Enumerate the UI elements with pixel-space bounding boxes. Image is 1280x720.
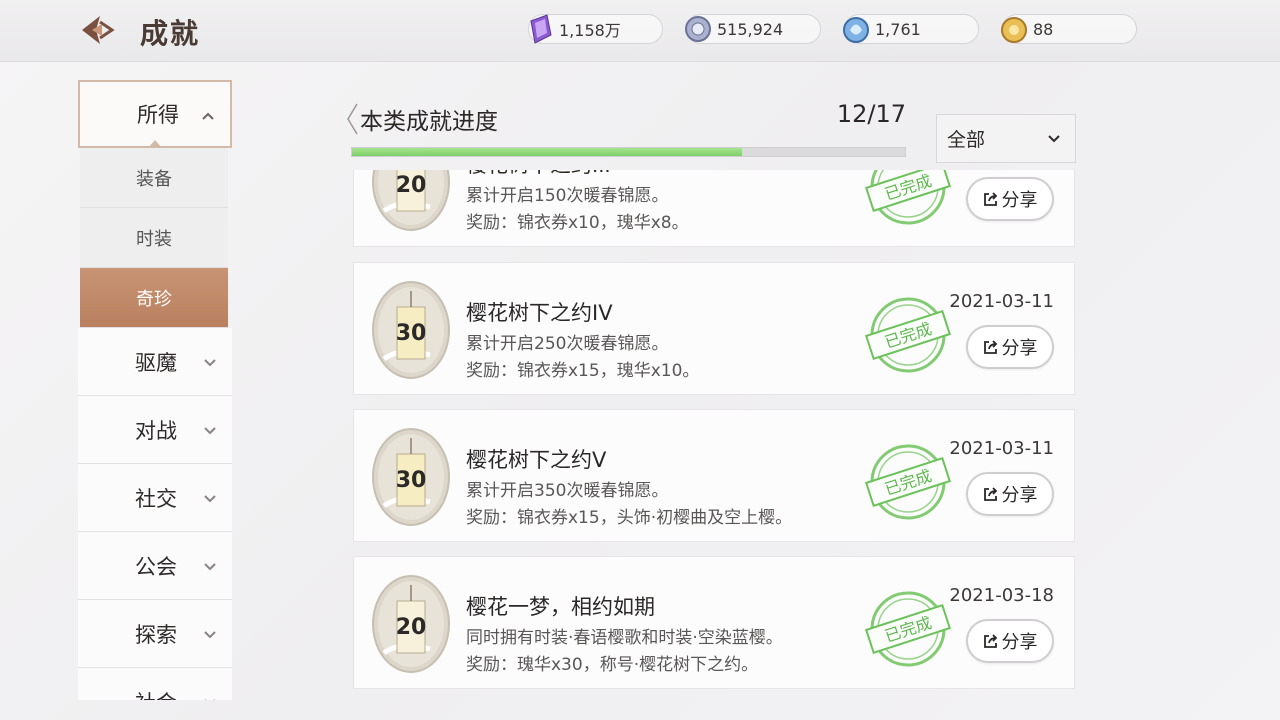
achievement-points: 30 xyxy=(395,468,427,493)
sidebar-category-social[interactable]: 社交 xyxy=(78,464,232,532)
sidebar-category-guild[interactable]: 公会 xyxy=(78,532,232,600)
sidebar-subitem-equipment[interactable]: 装备 xyxy=(80,148,228,208)
achievement-title: 樱花树下之约V xyxy=(466,448,607,472)
achievement-reward: 奖励：锦衣券x15，头饰·初樱曲及空上樱。 xyxy=(466,508,793,528)
achievement-description: 累计开启250次暖春锦愿。 xyxy=(466,334,669,354)
currency-value: 88 xyxy=(1033,19,1054,39)
progress-title: 本类成就进度 xyxy=(360,109,498,135)
share-label: 分享 xyxy=(1001,338,1038,359)
completed-stamp-icon: 已完成 xyxy=(864,444,952,520)
achievement-points: 20 xyxy=(395,615,427,640)
top-bar: 成就 1,158万 515,924 1,761 88 xyxy=(0,0,1280,62)
chevron-down-icon xyxy=(204,563,216,571)
category-label: 所得 xyxy=(137,103,179,127)
completed-stamp-icon: 已完成 xyxy=(864,297,952,373)
category-label: 驱魔 xyxy=(135,350,177,375)
achievement-title: 樱花树下之约IV xyxy=(466,301,613,325)
currency-value: 1,761 xyxy=(875,19,921,39)
achievement-date: 2021-03-18 xyxy=(949,585,1054,606)
achievement-reward: 奖励：瑰华x30，称号·樱花树下之约。 xyxy=(466,655,759,675)
share-button[interactable]: 分享 xyxy=(966,177,1054,221)
currency-value: 1,158万 xyxy=(559,21,621,40)
progress-bar-fill xyxy=(352,148,743,156)
achievement-description: 累计开启350次暖春锦愿。 xyxy=(466,481,669,501)
achievement-card: 30 樱花树下之约IV 累计开启250次暖春锦愿。 奖励：锦衣券x15，瑰华x1… xyxy=(353,262,1075,395)
currency-gem[interactable]: 1,761 xyxy=(843,14,979,44)
achievement-title: 樱花一梦，相约如期 xyxy=(466,595,655,619)
sidebar-category-battle[interactable]: 对战 xyxy=(78,396,232,464)
category-label: 公会 xyxy=(135,554,177,579)
silver-coin-icon xyxy=(685,16,711,42)
achievement-list[interactable]: 20 樱花树下之约III 累计开启150次暖春锦愿。 奖励：锦衣券x10，瑰华x… xyxy=(353,170,1076,700)
currency-coin[interactable]: 515,924 xyxy=(685,14,821,44)
share-icon xyxy=(983,192,997,206)
share-label: 分享 xyxy=(1001,632,1038,653)
notch-indicator-icon xyxy=(148,140,162,148)
share-icon xyxy=(983,634,997,648)
chevron-down-icon xyxy=(205,699,215,700)
blue-gem-icon xyxy=(843,17,869,43)
progress-bar xyxy=(351,147,906,157)
achievement-date: 2021-03-11 xyxy=(949,438,1054,459)
share-icon xyxy=(983,340,997,354)
achievement-description: 累计开启150次暖春锦愿。 xyxy=(466,186,669,206)
purple-crystal-icon xyxy=(530,14,552,44)
currency-crystal[interactable]: 1,158万 xyxy=(528,14,663,44)
category-label: 社交 xyxy=(135,486,177,511)
achievement-card: 30 樱花树下之约V 累计开启350次暖春锦愿。 奖励：锦衣券x15，头饰·初樱… xyxy=(353,409,1075,542)
filter-label: 全部 xyxy=(947,129,986,151)
back-arrow-icon[interactable] xyxy=(78,12,118,48)
share-button[interactable]: 分享 xyxy=(966,325,1054,369)
gold-token-icon xyxy=(1001,17,1027,43)
progress-count: 12/17 xyxy=(836,100,906,128)
share-icon xyxy=(983,487,997,501)
achievement-points: 30 xyxy=(395,321,427,346)
completed-stamp-icon: 已完成 xyxy=(864,170,952,225)
filter-dropdown[interactable]: 全部 xyxy=(936,114,1076,163)
share-label: 分享 xyxy=(1001,190,1038,211)
category-sidebar: 所得 装备 时装 奇珍 驱魔 对战 社交 公会 探索 社会 xyxy=(78,80,232,700)
achievement-points: 20 xyxy=(395,173,427,198)
achievement-description: 同时拥有时装·春语樱歌和时装·空染蓝樱。 xyxy=(466,628,783,648)
sidebar-category-obtained[interactable]: 所得 xyxy=(78,80,232,148)
category-label: 社会 xyxy=(135,687,177,701)
chevron-down-icon xyxy=(204,631,216,639)
chevron-down-icon xyxy=(1048,135,1060,143)
sidebar-category-exorcism[interactable]: 驱魔 xyxy=(78,328,232,396)
share-button[interactable]: 分享 xyxy=(966,619,1054,663)
achievement-date: 2021-03-11 xyxy=(949,291,1054,312)
sidebar-subitem-fashion[interactable]: 时装 xyxy=(80,208,228,268)
sidebar-category-explore[interactable]: 探索 xyxy=(78,600,232,668)
achievement-reward: 奖励：锦衣券x10，瑰华x8。 xyxy=(466,213,689,233)
chevron-down-icon xyxy=(204,359,216,367)
sidebar-subitem-treasure[interactable]: 奇珍 xyxy=(80,268,228,328)
sidebar-category-society[interactable]: 社会 xyxy=(78,668,232,700)
chevron-up-icon xyxy=(202,112,214,120)
share-label: 分享 xyxy=(1001,485,1038,506)
achievement-card: 20 樱花一梦，相约如期 同时拥有时装·春语樱歌和时装·空染蓝樱。 奖励：瑰华x… xyxy=(353,556,1075,689)
category-label: 对战 xyxy=(135,418,177,443)
page-title: 成就 xyxy=(140,17,201,50)
achievement-title: 樱花树下之约III xyxy=(466,170,611,179)
category-progress: 本类成就进度 12/17 xyxy=(346,96,906,162)
category-label: 探索 xyxy=(135,622,177,647)
share-button[interactable]: 分享 xyxy=(966,472,1054,516)
achievement-reward: 奖励：锦衣券x15，瑰华x10。 xyxy=(466,361,700,381)
achievement-card: 20 樱花树下之约III 累计开启150次暖春锦愿。 奖励：锦衣券x10，瑰华x… xyxy=(353,170,1075,247)
chevron-down-icon xyxy=(204,495,216,503)
currency-token[interactable]: 88 xyxy=(1001,14,1137,44)
completed-stamp-icon: 已完成 xyxy=(864,591,952,667)
currency-value: 515,924 xyxy=(717,19,784,39)
chevron-down-icon xyxy=(204,427,216,435)
